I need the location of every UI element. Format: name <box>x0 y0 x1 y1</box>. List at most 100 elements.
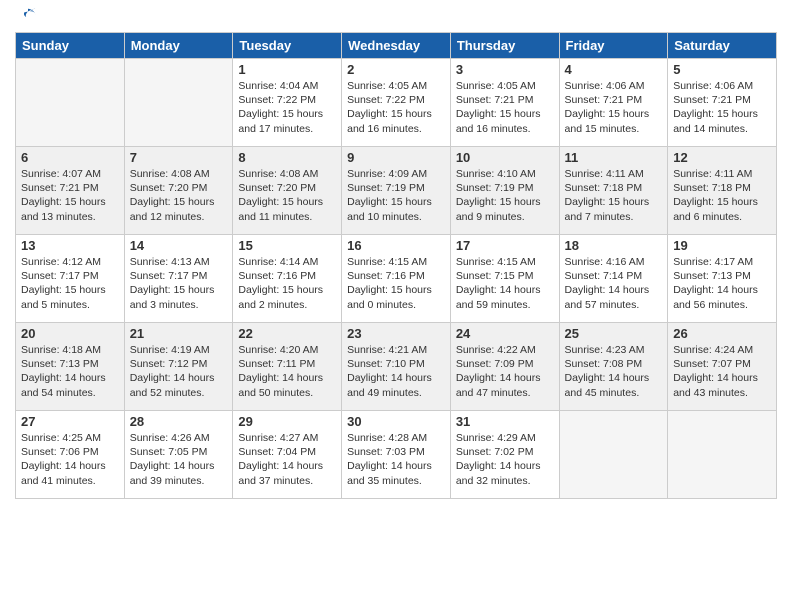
day-number: 6 <box>21 150 119 165</box>
day-info: Sunrise: 4:16 AMSunset: 7:14 PMDaylight:… <box>565 255 663 312</box>
logo <box>15 10 39 26</box>
calendar-cell <box>559 411 668 499</box>
calendar-cell: 27Sunrise: 4:25 AMSunset: 7:06 PMDayligh… <box>16 411 125 499</box>
day-number: 10 <box>456 150 554 165</box>
calendar-cell: 12 Sunrise: 4:11 AMSunset: 7:18 PMDayligh… <box>668 147 777 235</box>
day-info: Sunrise: 4:29 AMSunset: 7:02 PMDaylight:… <box>456 431 554 488</box>
day-info: Sunrise: 4:04 AMSunset: 7:22 PMDaylight:… <box>238 79 336 136</box>
day-number: 7 <box>130 150 228 165</box>
day-info: Sunrise: 4:08 AMSunset: 7:20 PMDaylight:… <box>130 167 228 224</box>
day-number: 4 <box>565 62 663 77</box>
day-info: Sunrise: 4:09 AMSunset: 7:19 PMDaylight:… <box>347 167 445 224</box>
calendar-cell: 23 Sunrise: 4:21 AMSunset: 7:10 PMDayligh… <box>342 323 451 411</box>
day-info: Sunrise: 4:08 AMSunset: 7:20 PMDaylight:… <box>238 167 336 224</box>
day-number: 22 <box>238 326 336 341</box>
day-info: Sunrise: 4:28 AMSunset: 7:03 PMDaylight:… <box>347 431 445 488</box>
day-number: 1 <box>238 62 336 77</box>
calendar-cell: 24Sunrise: 4:22 AMSunset: 7:09 PMDayligh… <box>450 323 559 411</box>
calendar-cell: 30 Sunrise: 4:28 AMSunset: 7:03 PMDayligh… <box>342 411 451 499</box>
day-info: Sunrise: 4:14 AMSunset: 7:16 PMDaylight:… <box>238 255 336 312</box>
day-info: Sunrise: 4:06 AMSunset: 7:21 PMDaylight:… <box>673 79 771 136</box>
day-header-sunday: Sunday <box>16 33 125 59</box>
calendar-cell: 14Sunrise: 4:13 AMSunset: 7:17 PMDayligh… <box>124 235 233 323</box>
day-info: Sunrise: 4:18 AMSunset: 7:13 PMDaylight:… <box>21 343 119 400</box>
header <box>15 10 777 26</box>
day-number: 20 <box>21 326 119 341</box>
day-number: 19 <box>673 238 771 253</box>
day-number: 9 <box>347 150 445 165</box>
calendar-cell: 15Sunrise: 4:14 AMSunset: 7:16 PMDayligh… <box>233 235 342 323</box>
day-number: 24 <box>456 326 554 341</box>
day-number: 2 <box>347 62 445 77</box>
day-number: 25 <box>565 326 663 341</box>
calendar-cell: 29 Sunrise: 4:27 AMSunset: 7:04 PMDayligh… <box>233 411 342 499</box>
calendar-cell: 22Sunrise: 4:20 AMSunset: 7:11 PMDayligh… <box>233 323 342 411</box>
day-number: 5 <box>673 62 771 77</box>
calendar-cell: 19 Sunrise: 4:17 AMSunset: 7:13 PMDayligh… <box>668 235 777 323</box>
calendar-header-row: SundayMondayTuesdayWednesdayThursdayFrid… <box>16 33 777 59</box>
calendar-cell: 1 Sunrise: 4:04 AMSunset: 7:22 PMDaylight… <box>233 59 342 147</box>
week-row-4: 20 Sunrise: 4:18 AMSunset: 7:13 PMDayligh… <box>16 323 777 411</box>
day-number: 21 <box>130 326 228 341</box>
calendar-cell: 4Sunrise: 4:06 AMSunset: 7:21 PMDaylight… <box>559 59 668 147</box>
calendar-cell: 7 Sunrise: 4:08 AMSunset: 7:20 PMDaylight… <box>124 147 233 235</box>
calendar-cell: 2 Sunrise: 4:05 AMSunset: 7:22 PMDaylight… <box>342 59 451 147</box>
day-number: 14 <box>130 238 228 253</box>
week-row-1: 1 Sunrise: 4:04 AMSunset: 7:22 PMDaylight… <box>16 59 777 147</box>
day-info: Sunrise: 4:23 AMSunset: 7:08 PMDaylight:… <box>565 343 663 400</box>
calendar-cell <box>16 59 125 147</box>
main-container: SundayMondayTuesdayWednesdayThursdayFrid… <box>0 0 792 509</box>
calendar-cell: 10Sunrise: 4:10 AMSunset: 7:19 PMDayligh… <box>450 147 559 235</box>
calendar-cell: 11 Sunrise: 4:11 AMSunset: 7:18 PMDayligh… <box>559 147 668 235</box>
calendar-cell: 5 Sunrise: 4:06 AMSunset: 7:21 PMDaylight… <box>668 59 777 147</box>
day-info: Sunrise: 4:05 AMSunset: 7:21 PMDaylight:… <box>456 79 554 136</box>
day-info: Sunrise: 4:07 AMSunset: 7:21 PMDaylight:… <box>21 167 119 224</box>
day-info: Sunrise: 4:17 AMSunset: 7:13 PMDaylight:… <box>673 255 771 312</box>
day-number: 17 <box>456 238 554 253</box>
day-header-wednesday: Wednesday <box>342 33 451 59</box>
day-info: Sunrise: 4:21 AMSunset: 7:10 PMDaylight:… <box>347 343 445 400</box>
day-info: Sunrise: 4:26 AMSunset: 7:05 PMDaylight:… <box>130 431 228 488</box>
day-number: 12 <box>673 150 771 165</box>
day-info: Sunrise: 4:05 AMSunset: 7:22 PMDaylight:… <box>347 79 445 136</box>
day-number: 28 <box>130 414 228 429</box>
day-number: 13 <box>21 238 119 253</box>
calendar-table: SundayMondayTuesdayWednesdayThursdayFrid… <box>15 32 777 499</box>
calendar-cell: 16 Sunrise: 4:15 AMSunset: 7:16 PMDayligh… <box>342 235 451 323</box>
day-header-tuesday: Tuesday <box>233 33 342 59</box>
day-header-monday: Monday <box>124 33 233 59</box>
day-number: 23 <box>347 326 445 341</box>
day-number: 26 <box>673 326 771 341</box>
day-info: Sunrise: 4:25 AMSunset: 7:06 PMDaylight:… <box>21 431 119 488</box>
calendar-cell: 25 Sunrise: 4:23 AMSunset: 7:08 PMDayligh… <box>559 323 668 411</box>
day-header-friday: Friday <box>559 33 668 59</box>
week-row-3: 13Sunrise: 4:12 AMSunset: 7:17 PMDayligh… <box>16 235 777 323</box>
day-info: Sunrise: 4:11 AMSunset: 7:18 PMDaylight:… <box>565 167 663 224</box>
logo-bird-icon <box>17 6 39 28</box>
calendar-cell <box>668 411 777 499</box>
day-number: 29 <box>238 414 336 429</box>
calendar-cell: 17 Sunrise: 4:15 AMSunset: 7:15 PMDayligh… <box>450 235 559 323</box>
day-number: 18 <box>565 238 663 253</box>
calendar-cell: 26 Sunrise: 4:24 AMSunset: 7:07 PMDayligh… <box>668 323 777 411</box>
week-row-5: 27Sunrise: 4:25 AMSunset: 7:06 PMDayligh… <box>16 411 777 499</box>
day-info: Sunrise: 4:27 AMSunset: 7:04 PMDaylight:… <box>238 431 336 488</box>
day-number: 30 <box>347 414 445 429</box>
day-header-thursday: Thursday <box>450 33 559 59</box>
calendar-cell: 6 Sunrise: 4:07 AMSunset: 7:21 PMDaylight… <box>16 147 125 235</box>
day-info: Sunrise: 4:11 AMSunset: 7:18 PMDaylight:… <box>673 167 771 224</box>
day-info: Sunrise: 4:15 AMSunset: 7:16 PMDaylight:… <box>347 255 445 312</box>
day-number: 8 <box>238 150 336 165</box>
day-info: Sunrise: 4:24 AMSunset: 7:07 PMDaylight:… <box>673 343 771 400</box>
calendar-cell: 21Sunrise: 4:19 AMSunset: 7:12 PMDayligh… <box>124 323 233 411</box>
calendar-cell: 20 Sunrise: 4:18 AMSunset: 7:13 PMDayligh… <box>16 323 125 411</box>
day-number: 16 <box>347 238 445 253</box>
day-number: 3 <box>456 62 554 77</box>
day-number: 31 <box>456 414 554 429</box>
calendar-cell: 8 Sunrise: 4:08 AMSunset: 7:20 PMDaylight… <box>233 147 342 235</box>
calendar-cell <box>124 59 233 147</box>
day-number: 11 <box>565 150 663 165</box>
week-row-2: 6 Sunrise: 4:07 AMSunset: 7:21 PMDaylight… <box>16 147 777 235</box>
day-info: Sunrise: 4:15 AMSunset: 7:15 PMDaylight:… <box>456 255 554 312</box>
day-header-saturday: Saturday <box>668 33 777 59</box>
